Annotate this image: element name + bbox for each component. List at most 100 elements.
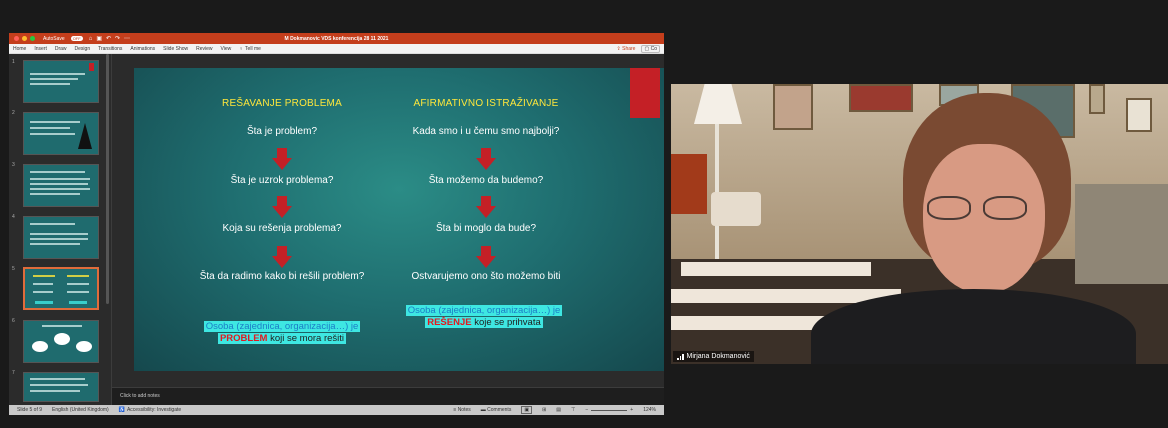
slide-sorter-icon[interactable]: ⊞ — [542, 407, 546, 413]
autosave-toggle[interactable]: OFF — [70, 36, 83, 41]
participant-name: Mirjana Dokmanović — [686, 353, 750, 360]
comments-status-label: Comments — [487, 407, 512, 413]
ppt-title-bar: AutoSave OFF ⌂ ▣ ↶ ↷ ⋯ M Dokmanovic VDS … — [9, 33, 664, 44]
down-arrow-icon — [272, 148, 292, 170]
participant-name-label: Mirjana Dokmanović — [673, 351, 754, 362]
slide-thumbnail-4[interactable] — [23, 216, 99, 259]
painting — [1126, 98, 1152, 132]
zoom-slider[interactable] — [591, 409, 628, 411]
tab-home[interactable]: Home — [13, 46, 26, 52]
right-box-rest: koje se prihvata — [471, 317, 541, 328]
tab-draw[interactable]: Draw — [55, 46, 67, 52]
share-icon: ⇪ — [616, 45, 621, 52]
zoom-in-icon[interactable]: + — [630, 407, 633, 413]
minimize-window-icon[interactable] — [22, 36, 27, 41]
left-box-bold: PROBLEM — [219, 333, 268, 344]
sofa-stripe — [681, 262, 871, 276]
current-slide[interactable]: REŠAVANJE PROBLEMA AFIRMATIVNO ISTRAŽIVA… — [134, 68, 664, 371]
painting — [849, 84, 913, 112]
slide-thumbnail-1[interactable] — [23, 60, 99, 103]
language-indicator[interactable]: English (United Kingdom) — [52, 407, 109, 413]
notes-placeholder: Click to add notes — [120, 393, 160, 399]
down-arrow-icon — [476, 196, 496, 218]
slide-editor: REŠAVANJE PROBLEMA AFIRMATIVNO ISTRAŽIVA… — [112, 54, 664, 405]
tab-slide-show[interactable]: Slide Show — [163, 46, 188, 52]
pillow — [711, 192, 761, 226]
tell-me-search[interactable]: Tell me — [245, 46, 261, 52]
slideshow-icon[interactable]: ⊤ — [571, 407, 575, 413]
tab-insert[interactable]: Insert — [34, 46, 47, 52]
tab-transitions[interactable]: Transitions — [98, 46, 122, 52]
normal-view-icon[interactable]: ▣ — [521, 406, 533, 414]
participant-video-tile[interactable]: Mirjana Dokmanović — [671, 84, 1168, 364]
tab-view[interactable]: View — [221, 46, 232, 52]
painting — [773, 84, 813, 130]
thumb-number: 2 — [12, 110, 15, 116]
thumb-number: 7 — [12, 370, 15, 376]
tab-design[interactable]: Design — [75, 46, 91, 52]
notes-icon: ≡ — [453, 407, 457, 413]
share-label: Share — [622, 45, 636, 52]
reading-view-icon[interactable]: ▤ — [556, 407, 561, 413]
slide-counter: Slide 5 of 9 — [17, 407, 43, 413]
right-question-1: Kada smo i u čemu smo najbolji? — [412, 126, 560, 137]
zoom-level[interactable]: 124% — [643, 407, 656, 413]
comments-button[interactable]: ▢ Co — [641, 44, 660, 53]
tab-animations[interactable]: Animations — [130, 46, 155, 52]
close-window-icon[interactable] — [14, 36, 19, 41]
left-box-rest: koji se mora rešiti — [267, 333, 345, 344]
down-arrow-icon — [476, 246, 496, 268]
ribbon-tabs: Home Insert Draw Design Transitions Anim… — [9, 44, 664, 54]
slide-thumbnail-5-selected[interactable] — [23, 267, 99, 310]
thumb-bookmark — [89, 63, 94, 71]
shelf — [1075, 184, 1168, 284]
home-icon[interactable]: ⌂ — [89, 36, 93, 42]
painting — [1089, 84, 1105, 114]
slide-bookmark-decoration — [630, 68, 660, 118]
slide-thumbnail-3[interactable] — [23, 164, 99, 207]
right-question-2: Šta možemo da budemo? — [428, 175, 544, 186]
window-controls[interactable] — [14, 36, 35, 41]
zoom-out-icon[interactable]: − — [585, 407, 588, 413]
down-arrow-icon — [272, 196, 292, 218]
share-button[interactable]: ⇪ Share — [617, 46, 636, 52]
comment-icon: ▬ — [480, 407, 486, 413]
right-question-3: Šta bi moglo da bude? — [435, 223, 537, 234]
ppt-status-bar: Slide 5 of 9 English (United Kingdom) ♿ … — [9, 405, 664, 415]
comment-icon: ▢ — [644, 45, 650, 52]
more-icon[interactable]: ⋯ — [124, 35, 130, 42]
slide-thumbnail-2[interactable] — [23, 112, 99, 155]
ppt-workspace: 1 2 3 4 5 6 7 REŠAVANJE PROBLEMA AFIRMAT… — [9, 54, 664, 405]
signal-strength-icon — [677, 353, 684, 360]
shared-screen-powerpoint[interactable]: AutoSave OFF ⌂ ▣ ↶ ↷ ⋯ M Dokmanovic VDS … — [9, 33, 664, 415]
thumbnail-scrollbar[interactable] — [106, 54, 109, 304]
plant — [671, 154, 707, 214]
thumb-number: 1 — [12, 59, 15, 65]
slide-thumbnails-pane[interactable]: 1 2 3 4 5 6 7 — [9, 54, 112, 405]
tab-review[interactable]: Review — [196, 46, 212, 52]
right-box-line1: Osoba (zajednica, organizacija…) je — [405, 305, 563, 316]
accessibility-icon: ♿ — [118, 407, 125, 413]
right-question-4: Ostvarujemo ono što možemo biti — [411, 271, 561, 282]
comments-toggle[interactable]: ▬ Comments — [481, 407, 512, 413]
thumb-number: 5 — [12, 266, 15, 272]
notes-label: Notes — [457, 407, 471, 413]
notes-toggle[interactable]: ≡ Notes — [453, 407, 470, 413]
slide-thumbnail-6[interactable] — [23, 320, 99, 363]
slide-thumbnail-7[interactable] — [23, 372, 99, 402]
left-box-line1: Osoba (zajednica, organizacija…) je — [203, 321, 361, 332]
notes-pane[interactable]: Click to add notes — [112, 387, 664, 405]
autosave-label: AutoSave — [43, 35, 65, 42]
accessibility-status[interactable]: Accessibility: Investigate — [127, 407, 181, 413]
down-arrow-icon — [476, 148, 496, 170]
save-icon[interactable]: ▣ — [96, 35, 102, 42]
comments-label: Co — [650, 45, 657, 52]
redo-icon[interactable]: ↷ — [115, 35, 120, 42]
thumb-number: 3 — [12, 162, 15, 168]
left-conclusion-box: Osoba (zajednica, organizacija…) je PROB… — [194, 321, 370, 345]
thumb-number: 6 — [12, 318, 15, 324]
undo-icon[interactable]: ↶ — [106, 35, 111, 42]
lightbulb-icon: ♀ — [239, 45, 244, 52]
maximize-window-icon[interactable] — [30, 36, 35, 41]
right-box-bold: REŠENJE — [427, 317, 472, 328]
